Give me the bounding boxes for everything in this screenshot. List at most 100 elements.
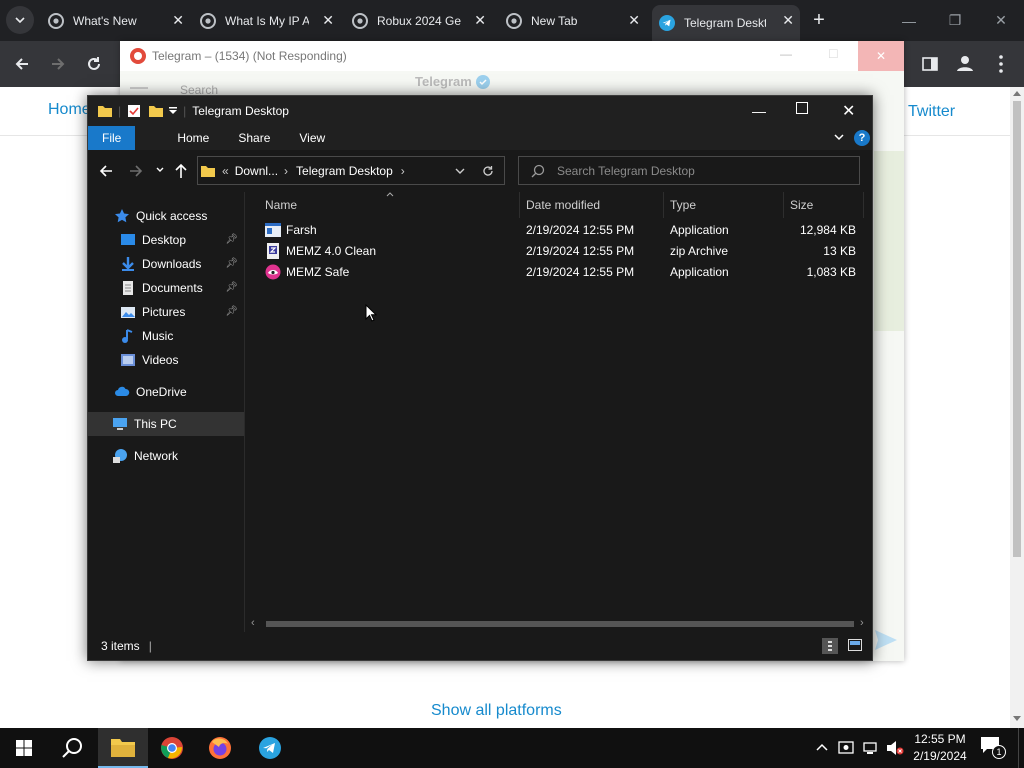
file-row[interactable]: Farsh 2/19/2024 12:55 PM Application 12,… [246, 219, 866, 240]
back-icon[interactable] [13, 55, 31, 73]
tray-app-icon[interactable] [838, 740, 854, 756]
ribbon-tab-home[interactable]: Home [135, 126, 209, 150]
volume-muted-icon[interactable] [886, 740, 904, 756]
restore-button[interactable]: ❐ [932, 0, 978, 41]
nav-videos[interactable]: Videos [88, 348, 244, 372]
nav-downloads[interactable]: Downloads 📌︎ [88, 252, 244, 276]
details-view-button[interactable] [822, 638, 838, 654]
taskbar-firefox[interactable] [196, 728, 244, 768]
recent-locations-icon[interactable] [156, 167, 164, 173]
taskbar-telegram[interactable] [246, 728, 294, 768]
tab-telegram-desktop[interactable]: Telegram Deskt ✕ [652, 5, 800, 41]
address-dropdown-icon[interactable] [455, 168, 465, 175]
ribbon-tab-file[interactable]: File [88, 126, 136, 150]
nav-documents[interactable]: Documents 📌︎ [88, 276, 244, 300]
close-window-button[interactable]: ✕ [842, 101, 855, 121]
side-panel-icon[interactable] [921, 55, 939, 73]
maximize-button[interactable] [796, 102, 808, 114]
nav-music[interactable]: Music [88, 324, 244, 348]
close-window-button[interactable]: ✕ [978, 0, 1024, 41]
tab-whats-new[interactable]: What's New ✕ [40, 0, 190, 41]
nav-home-link[interactable]: Home [48, 101, 91, 119]
nav-twitter-link[interactable]: Twitter [908, 103, 955, 121]
nav-onedrive[interactable]: OneDrive [88, 380, 244, 404]
scroll-down-icon[interactable] [1013, 716, 1021, 722]
forward-icon[interactable] [129, 164, 143, 178]
new-tab-button[interactable]: + [808, 8, 830, 32]
forward-icon[interactable] [49, 55, 67, 73]
minimize-button[interactable]: — [752, 103, 766, 119]
column-header-name[interactable]: Name [265, 192, 520, 218]
quick-access-dropdown-icon[interactable] [169, 107, 178, 115]
scroll-left-icon[interactable]: ‹ [251, 617, 255, 629]
properties-icon[interactable] [127, 104, 141, 118]
column-header-type[interactable]: Type [670, 192, 784, 218]
start-button[interactable] [0, 728, 48, 768]
breadcrumb-telegram-desktop[interactable]: Telegram Desktop [296, 164, 393, 178]
file-row[interactable]: MEMZ Safe 2/19/2024 12:55 PM Application… [246, 261, 866, 282]
clock[interactable]: 12:55 PM 2/19/2024 [910, 731, 970, 765]
chevron-right-icon[interactable]: › [401, 164, 405, 178]
notification-center-button[interactable]: 1 [980, 736, 1006, 760]
ribbon-tab-share[interactable]: Share [209, 126, 270, 150]
search-input[interactable]: Search Telegram Desktop [518, 156, 860, 185]
profile-icon[interactable] [955, 53, 975, 73]
search-button[interactable] [48, 728, 96, 768]
show-all-platforms-link[interactable]: Show all platforms [431, 702, 562, 720]
nav-network[interactable]: Network [88, 444, 244, 468]
scroll-right-icon[interactable]: › [860, 617, 864, 629]
taskbar-file-explorer[interactable] [98, 728, 148, 768]
address-bar[interactable]: « Downl... › Telegram Desktop › [197, 156, 505, 185]
scrollbar-thumb[interactable] [266, 621, 854, 627]
pin-icon[interactable]: 📌︎ [225, 258, 238, 269]
maximize-button[interactable]: ☐ [828, 47, 839, 61]
show-hidden-icons-icon[interactable] [816, 743, 828, 751]
help-icon[interactable]: ? [854, 130, 870, 146]
send-icon[interactable] [874, 629, 898, 651]
close-icon[interactable]: ✕ [628, 13, 640, 27]
pin-icon[interactable]: 📌︎ [225, 234, 238, 245]
reload-icon[interactable] [85, 55, 103, 73]
large-icons-view-icon[interactable] [848, 639, 862, 651]
tab-robux[interactable]: Robux 2024 Ge ✕ [346, 0, 492, 41]
column-header-size[interactable]: Size [790, 192, 864, 218]
page-scrollbar[interactable] [1010, 87, 1024, 728]
back-icon[interactable] [99, 164, 113, 178]
taskbar-chrome[interactable] [148, 728, 196, 768]
horizontal-scrollbar[interactable]: ‹ › [246, 616, 872, 632]
file-explorer-window[interactable]: | | Telegram Desktop — ✕ File Home Share… [87, 95, 873, 661]
tab-new-tab[interactable]: New Tab ✕ [500, 0, 646, 41]
close-icon[interactable]: ✕ [322, 13, 334, 27]
file-row[interactable]: MEMZ 4.0 Clean 2/19/2024 12:55 PM zip Ar… [246, 240, 866, 261]
new-folder-icon[interactable] [149, 104, 164, 118]
menu-icon[interactable] [996, 54, 1006, 74]
network-status-icon[interactable] [862, 740, 878, 756]
nav-desktop[interactable]: Desktop 📌︎ [88, 228, 244, 252]
breadcrumb-overflow[interactable]: « [222, 164, 229, 178]
breadcrumb-downloads[interactable]: Downl... [235, 164, 278, 178]
refresh-icon[interactable] [482, 165, 494, 177]
close-icon[interactable]: ✕ [172, 13, 184, 27]
chevron-right-icon[interactable]: › [284, 164, 288, 178]
tab-what-is-my-ip[interactable]: What Is My IP A ✕ [194, 0, 340, 41]
minimize-button[interactable]: — [780, 47, 792, 61]
scroll-up-icon[interactable] [1013, 90, 1021, 96]
close-icon[interactable]: ✕ [782, 13, 794, 27]
tab-search-button[interactable] [6, 6, 34, 34]
scrollbar-thumb[interactable] [1013, 101, 1021, 557]
expand-ribbon-icon[interactable] [834, 134, 844, 141]
pin-icon[interactable]: 📌︎ [225, 306, 238, 317]
column-header-date[interactable]: Date modified [526, 192, 664, 218]
nav-this-pc[interactable]: This PC [88, 412, 244, 436]
pin-icon[interactable]: 📌︎ [225, 282, 238, 293]
telegram-icon [259, 737, 281, 759]
close-icon[interactable]: ✕ [474, 13, 486, 27]
item-count: 3 items [101, 639, 140, 653]
close-window-button[interactable]: ✕ [858, 41, 904, 71]
minimize-button[interactable]: — [886, 0, 932, 41]
up-icon[interactable] [174, 163, 188, 179]
ribbon-tab-view[interactable]: View [270, 126, 325, 150]
nav-pictures[interactable]: Pictures 📌︎ [88, 300, 244, 324]
show-desktop-button[interactable] [1018, 728, 1024, 768]
nav-quick-access[interactable]: Quick access [88, 204, 244, 228]
